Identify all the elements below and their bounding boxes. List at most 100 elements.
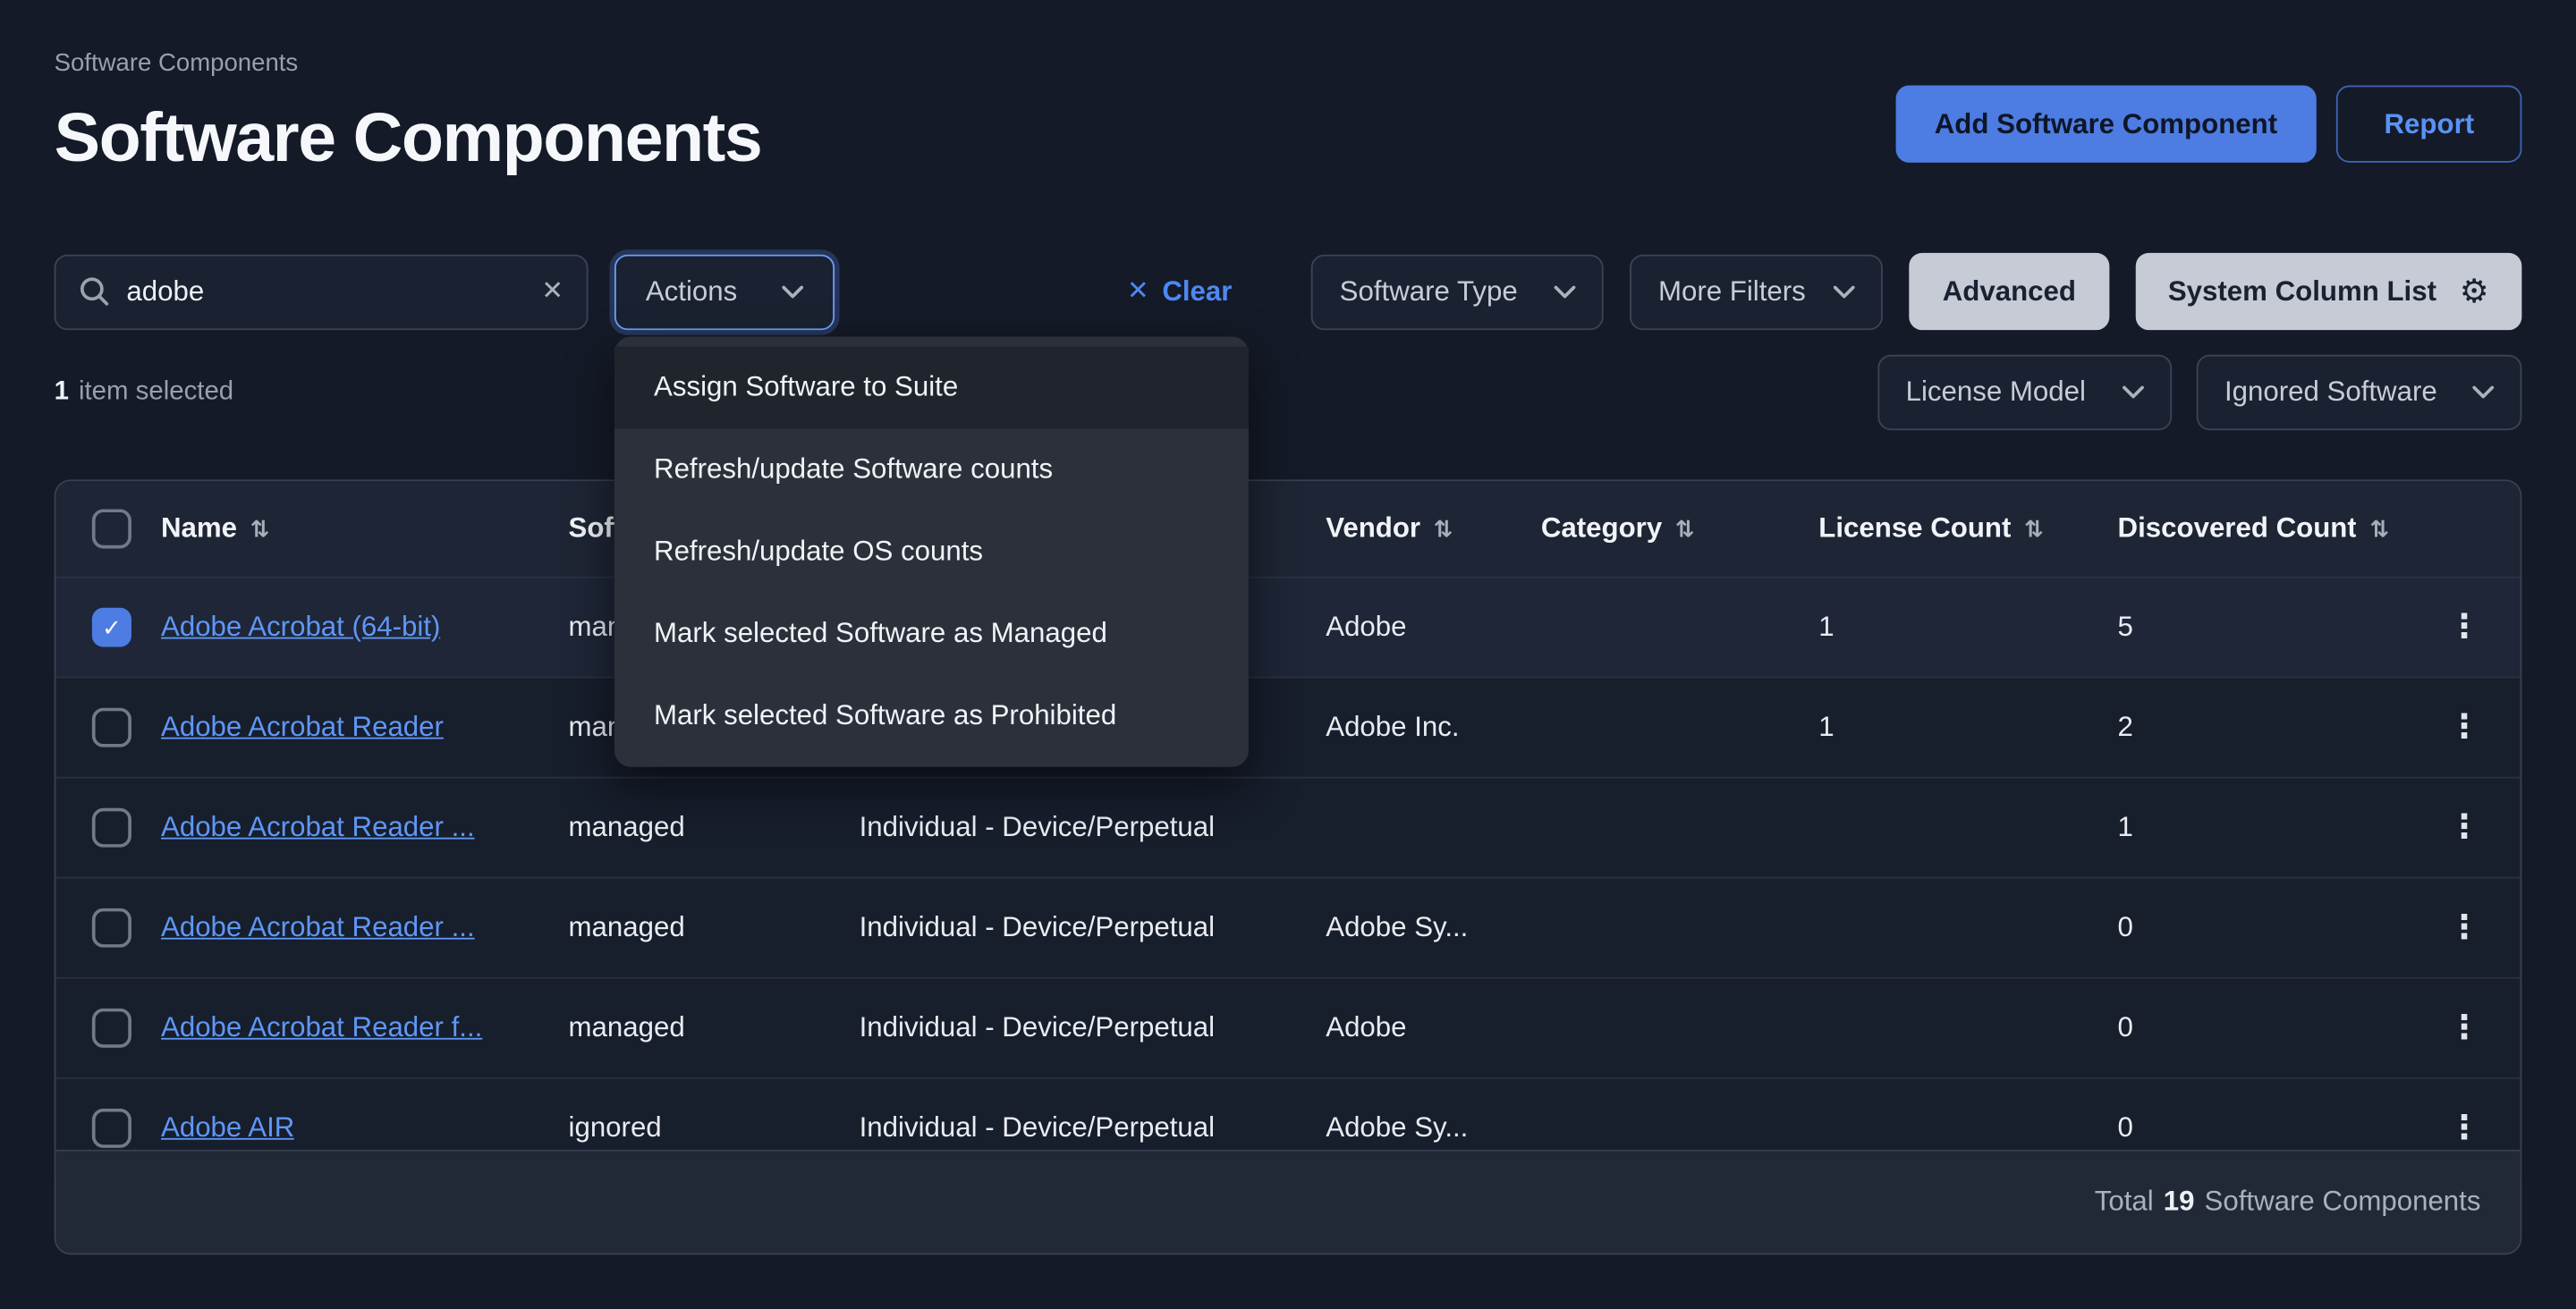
chevron-down-icon	[782, 285, 803, 299]
more-filters-label: More Filters	[1658, 275, 1806, 308]
select-all-cell	[55, 509, 161, 548]
column-header-license-count: License Count⇅	[1818, 512, 2117, 545]
table-row: Adobe Acrobat Reader ...managedIndividua…	[55, 779, 2520, 879]
row-checkbox[interactable]	[92, 708, 131, 747]
row-checkbox[interactable]	[92, 808, 131, 848]
report-button[interactable]: Report	[2336, 86, 2521, 163]
kebab-menu-icon[interactable]: ⋮	[2448, 711, 2481, 744]
add-software-component-button[interactable]: Add Software Component	[1895, 86, 2318, 163]
close-icon: ✕	[1127, 278, 1149, 304]
actions-menu-item[interactable]: Refresh/update Software counts	[614, 428, 1249, 511]
kebab-menu-icon[interactable]: ⋮	[2448, 811, 2481, 844]
license-model-dropdown[interactable]: License Model	[1877, 355, 2172, 430]
secondary-filter-group: License Model Ignored Software	[1877, 355, 2521, 430]
discovered-count-cell: 0	[2118, 1011, 2417, 1044]
row-actions-cell: ⋮	[2417, 711, 2521, 744]
system-column-list-button[interactable]: System Column List ⚙	[2135, 253, 2521, 330]
row-checkbox-cell	[55, 1109, 161, 1148]
page-title: Software Components	[55, 98, 762, 177]
actions-menu-item[interactable]: Mark selected Software as Prohibited	[614, 675, 1249, 757]
search-icon	[79, 276, 110, 308]
right-filter-group: Software Type More Filters Advanced Syst…	[1311, 253, 2521, 330]
sort-icon[interactable]: ⇅	[2369, 515, 2389, 543]
system-column-list-label: System Column List	[2168, 275, 2436, 308]
header-actions: Add Software Component Report	[1895, 86, 2522, 178]
software-name-link[interactable]: Adobe Acrobat Reader ...	[161, 811, 475, 844]
software-name-link[interactable]: Adobe AIR	[161, 1111, 294, 1144]
vendor-cell: Adobe Sy...	[1326, 1111, 1541, 1144]
table-footer: Total 19 Software Components	[55, 1150, 2520, 1254]
license-type-cell: Individual - Device/Perpetual	[860, 811, 1326, 844]
ignored-software-dropdown[interactable]: Ignored Software	[2197, 355, 2522, 430]
license-model-label: License Model	[1906, 376, 2086, 410]
software-status-cell: ignored	[569, 1111, 860, 1144]
search-input[interactable]	[126, 275, 541, 308]
gear-icon: ⚙	[2460, 275, 2489, 308]
software-status-cell: managed	[569, 1011, 860, 1044]
kebab-menu-icon[interactable]: ⋮	[2448, 1111, 2481, 1144]
name-cell: Adobe AIR	[161, 1111, 569, 1144]
vendor-cell: Adobe	[1326, 611, 1541, 644]
software-name-link[interactable]: Adobe Acrobat Reader	[161, 711, 444, 744]
filter-bar: ✕ Actions ✕ Clear Software Type More Fil…	[55, 253, 2522, 330]
clear-filters-link[interactable]: ✕ Clear	[1127, 275, 1232, 308]
breadcrumb[interactable]: Software Components	[55, 49, 762, 79]
actions-menu: Assign Software to SuiteRefresh/update S…	[614, 337, 1249, 767]
vendor-cell: Adobe Sy...	[1326, 911, 1541, 944]
software-name-link[interactable]: Adobe Acrobat Reader f...	[161, 1011, 482, 1044]
actions-menu-item[interactable]: Refresh/update OS counts	[614, 511, 1249, 593]
row-checkbox[interactable]	[92, 1109, 131, 1148]
column-header-discovered-count: Discovered Count ⇅	[2118, 512, 2417, 545]
software-status-cell: managed	[569, 911, 860, 944]
select-all-checkbox[interactable]	[92, 509, 131, 548]
discovered-count-cell: 2	[2118, 711, 2417, 744]
chevron-down-icon	[1835, 285, 1856, 299]
total-count: 19	[2164, 1186, 2195, 1219]
selection-label: item selected	[79, 377, 233, 407]
sort-icon[interactable]: ⇅	[1434, 515, 1453, 543]
column-header-label: Category	[1541, 512, 1662, 545]
actions-dropdown[interactable]: Actions	[614, 254, 835, 329]
sort-icon[interactable]: ⇅	[2024, 515, 2044, 543]
advanced-button[interactable]: Advanced	[1910, 253, 2109, 330]
row-checkbox[interactable]	[92, 908, 131, 948]
license-count-cell: 1	[1818, 711, 2117, 744]
total-suffix: Software Components	[2205, 1186, 2481, 1219]
name-cell: Adobe Acrobat (64-bit)	[161, 611, 569, 644]
table-body: ✓Adobe Acrobat (64-bit)managedIndividual…	[55, 578, 2520, 1179]
ignored-software-label: Ignored Software	[2224, 376, 2437, 410]
column-header-label: Name	[161, 512, 237, 545]
clear-label: Clear	[1162, 275, 1232, 308]
kebab-menu-icon[interactable]: ⋮	[2448, 911, 2481, 944]
license-type-cell: Individual - Device/Perpetual	[860, 911, 1326, 944]
software-components-page: Software Components Software Components …	[0, 0, 2576, 1309]
sort-icon[interactable]: ⇅	[250, 515, 270, 543]
search-box[interactable]: ✕	[55, 254, 589, 329]
more-filters-dropdown[interactable]: More Filters	[1631, 254, 1884, 329]
software-type-dropdown[interactable]: Software Type	[1311, 254, 1604, 329]
discovered-count-cell: 0	[2118, 1111, 2417, 1144]
column-header-label: Discovered Count	[2118, 512, 2357, 545]
sort-icon[interactable]: ⇅	[1675, 515, 1695, 543]
kebab-menu-icon[interactable]: ⋮	[2448, 611, 2481, 644]
row-checkbox-cell	[55, 908, 161, 948]
secondary-filter-row: 1 item selected License Model Ignored So…	[55, 355, 2522, 430]
row-actions-cell: ⋮	[2417, 611, 2521, 644]
selection-count: 1	[55, 377, 69, 407]
actions-label: Actions	[646, 275, 737, 308]
software-name-link[interactable]: Adobe Acrobat Reader ...	[161, 911, 475, 944]
row-checkbox[interactable]: ✓	[92, 608, 131, 647]
total-label: Total	[2095, 1186, 2154, 1219]
chevron-down-icon	[2472, 386, 2494, 400]
row-checkbox[interactable]	[92, 1009, 131, 1048]
actions-menu-item[interactable]: Assign Software to Suite	[614, 347, 1249, 429]
software-name-link[interactable]: Adobe Acrobat (64-bit)	[161, 611, 440, 644]
name-cell: Adobe Acrobat Reader	[161, 711, 569, 744]
row-actions-cell: ⋮	[2417, 911, 2521, 944]
kebab-menu-icon[interactable]: ⋮	[2448, 1011, 2481, 1044]
actions-menu-item[interactable]: Mark selected Software as Managed	[614, 593, 1249, 675]
name-cell: Adobe Acrobat Reader ...	[161, 811, 569, 844]
search-clear-icon[interactable]: ✕	[541, 278, 564, 304]
row-actions-cell: ⋮	[2417, 1111, 2521, 1144]
discovered-count-cell: 1	[2118, 811, 2417, 844]
